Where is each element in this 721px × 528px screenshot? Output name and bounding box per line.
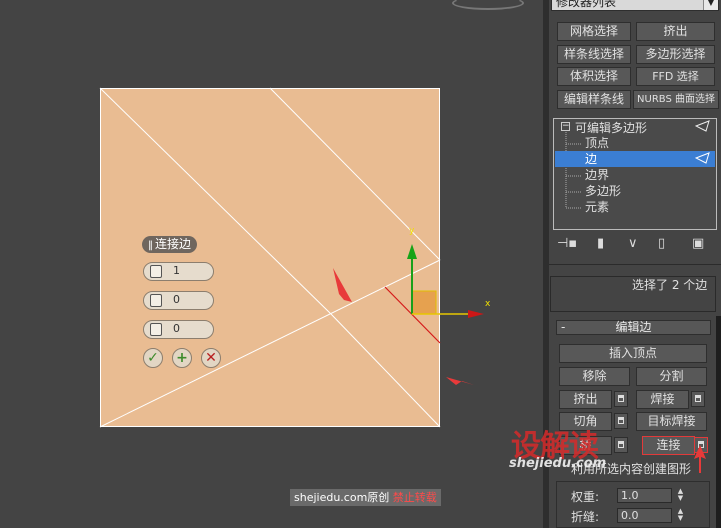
ffd-select-button[interactable]: FFD 选择 [636,67,715,86]
slide-icon [150,323,162,336]
bridge-settings-icon[interactable] [614,437,628,453]
cancel-button[interactable]: ✕ [201,348,221,368]
chamfer-settings-icon[interactable] [614,413,628,429]
edge-line-4 [330,313,441,428]
weld-settings-icon[interactable] [691,391,705,407]
stack-item-polygon[interactable]: 多边形 [585,183,621,199]
pin-stack-icon[interactable]: ⊣▪ [557,236,577,251]
vol-select-button[interactable]: 体积选择 [557,67,631,86]
credit-watermark: shejiedu.com原创 禁止转载 [290,489,441,506]
edge-triangle-icon [695,152,710,164]
annotation-arrow-1 [333,268,352,302]
edit-spline-button[interactable]: 编辑样条线 [557,90,631,109]
rollout-title: 编辑边 [615,320,652,334]
segments-icon [150,265,162,278]
spline-select-button[interactable]: 样条线选择 [557,45,631,64]
slide-field[interactable]: 0 [143,320,214,339]
edge-line-3 [99,259,441,428]
watermark-url: shejiedu.com [509,456,607,471]
caddy-grip-icon: ‖ [148,240,153,251]
stack-selection-highlight [555,151,715,167]
weight-field[interactable]: 1.0 [617,488,672,503]
apply-button[interactable]: + [172,348,192,368]
ok-button[interactable]: ✓ [143,348,163,368]
weight-label: 权重: [571,490,600,504]
gizmo-x-label: x [485,299,491,309]
poly-select-button[interactable]: 多边形选择 [636,45,715,64]
configure-sets-icon[interactable]: ▣ [692,236,704,251]
pinch-value: 0 [173,293,180,306]
gizmo-x-arrow [468,310,484,318]
make-unique-icon[interactable]: ∨ [628,236,638,251]
chevron-down-icon: ▼ [703,0,718,10]
edge-line-1 [99,87,332,315]
gizmo-y-label: y [409,226,415,236]
collapse-icon[interactable]: − [561,122,570,131]
credit-site: shejiedu.com原创 [294,491,390,504]
crease-label: 折缝: [571,510,600,524]
pinch-icon [150,294,162,307]
split-button[interactable]: 分割 [636,367,707,386]
remove-modifier-icon[interactable]: ▯ [658,236,665,251]
gizmo-y-arrow [407,244,417,259]
insert-vertex-button[interactable]: 插入顶点 [559,344,707,363]
edge-line-2 [269,87,441,261]
edit-poly-triangle-icon [695,120,710,132]
remove-button[interactable]: 移除 [559,367,630,386]
pinch-field[interactable]: 0 [143,291,214,310]
stack-item-edge[interactable]: 边 [585,151,597,167]
extrude-settings-icon[interactable] [614,391,628,407]
stack-tree-lines [565,132,581,209]
stack-item-border[interactable]: 边界 [585,167,609,183]
stack-root-label[interactable]: 可编辑多边形 [575,119,647,136]
show-end-result-icon[interactable]: ▮ [597,236,604,251]
stack-item-element[interactable]: 元素 [585,199,609,215]
nurbs-surface-select-button[interactable]: NURBS 曲面选择 [633,90,719,109]
gizmo-plane-handle [411,290,437,315]
target-weld-button[interactable]: 目标焊接 [636,412,707,431]
crease-spinner-icon[interactable]: ▲ ▼ [676,508,685,523]
check-icon: ✓ [147,350,159,366]
extrude-modifier-button[interactable]: 挤出 [636,22,715,41]
mesh-select-button[interactable]: 网格选择 [557,22,631,41]
segments-field[interactable]: 1 [143,262,214,281]
weld-button[interactable]: 焊接 [636,390,689,409]
credit-note: 禁止转载 [392,491,437,504]
weight-spinner-icon[interactable]: ▲ ▼ [676,488,685,503]
extrude-button[interactable]: 挤出 [559,390,612,409]
separator [549,264,721,265]
slide-value: 0 [173,322,180,335]
annotation-arrow-2 [446,377,474,385]
panel-scrollbar[interactable] [716,316,721,528]
close-icon: ✕ [205,350,217,366]
rollout-collapse-icon: - [561,320,566,334]
connect-edges-caddy-title[interactable]: ‖ 连接边 [142,236,198,253]
modifier-list-dropdown[interactable]: 修改器列表 ▼ [551,0,719,11]
plus-icon: + [176,350,188,366]
modifier-list-label: 修改器列表 [556,0,617,9]
segments-value: 1 [173,264,180,277]
selection-status: 选择了 2 个边 [632,278,708,292]
edit-edges-rollout-header[interactable]: - 编辑边 [556,320,711,335]
caddy-title-label: 连接边 [155,237,192,251]
stack-item-vertex[interactable]: 顶点 [585,135,609,151]
viewport-overlay [99,87,484,428]
crease-field[interactable]: 0.0 [617,508,672,523]
